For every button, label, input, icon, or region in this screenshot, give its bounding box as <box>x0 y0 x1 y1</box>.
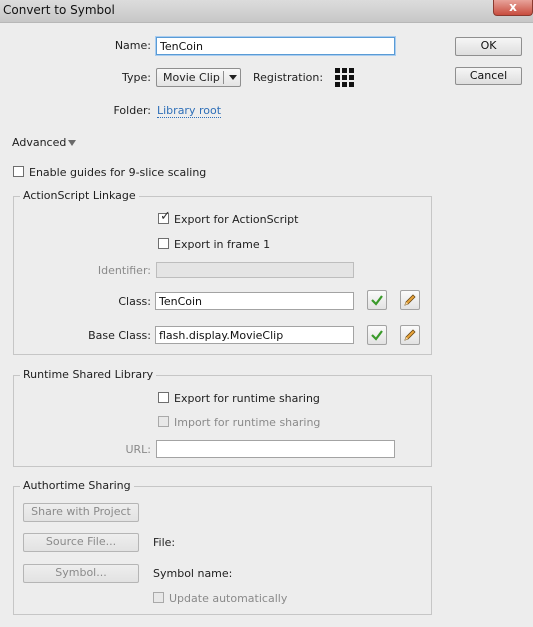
type-select[interactable]: Movie Clip <box>156 68 241 87</box>
pencil-icon <box>404 329 416 341</box>
url-label: URL: <box>125 443 151 456</box>
export-frame1-label: Export in frame 1 <box>174 238 271 251</box>
update-automatically-label: Update automatically <box>169 592 288 605</box>
close-button[interactable]: x <box>493 0 533 16</box>
reg-point-tl[interactable] <box>335 68 340 73</box>
export-runtime-checkbox[interactable] <box>158 392 169 403</box>
validate-base-class-button[interactable] <box>367 325 387 345</box>
reg-point-ml[interactable] <box>335 75 340 80</box>
import-runtime-checkbox[interactable] <box>158 416 169 427</box>
update-automatically-checkbox[interactable] <box>153 592 164 603</box>
cancel-button[interactable]: Cancel <box>455 67 522 85</box>
share-with-project-button[interactable]: Share with Project <box>23 503 139 522</box>
class-label: Class: <box>118 295 151 308</box>
edit-class-button[interactable] <box>400 290 420 310</box>
identifier-label: Identifier: <box>97 264 151 277</box>
reg-point-tc[interactable] <box>342 68 347 73</box>
green-check-icon <box>371 295 383 306</box>
registration-grid-icon[interactable] <box>335 68 354 87</box>
green-check-icon <box>371 330 383 341</box>
name-label: Name: <box>114 39 151 52</box>
reg-point-bl[interactable] <box>335 82 340 87</box>
source-file-button[interactable]: Source File... <box>23 533 139 552</box>
select-separator <box>223 71 224 84</box>
import-runtime-label: Import for runtime sharing <box>174 416 321 429</box>
runtime-shared-library-title: Runtime Shared Library <box>20 368 157 381</box>
name-input[interactable] <box>156 37 395 55</box>
reg-point-bc[interactable] <box>342 82 347 87</box>
authortime-sharing-title: Authortime Sharing <box>20 479 134 492</box>
reg-point-br[interactable] <box>349 82 354 87</box>
checkmark-icon: ✓ <box>160 209 171 224</box>
advanced-toggle[interactable]: Advanced <box>12 136 92 150</box>
type-select-value: Movie Clip <box>163 71 220 84</box>
symbol-name-label: Symbol name: <box>153 567 233 580</box>
close-icon: x <box>509 0 517 14</box>
folder-link[interactable]: Library root <box>157 104 222 118</box>
export-frame1-checkbox[interactable] <box>158 238 169 249</box>
triangle-down-icon <box>68 140 76 146</box>
reg-point-tr[interactable] <box>349 68 354 73</box>
reg-point-center[interactable] <box>342 75 347 80</box>
chevron-down-icon <box>229 75 237 80</box>
folder-label: Folder: <box>113 104 151 117</box>
file-label: File: <box>153 536 176 549</box>
base-class-label: Base Class: <box>88 329 151 342</box>
identifier-input[interactable] <box>156 262 354 278</box>
nine-slice-checkbox[interactable] <box>13 166 24 177</box>
nine-slice-label: Enable guides for 9-slice scaling <box>29 166 207 179</box>
registration-label: Registration: <box>253 71 324 84</box>
ok-button[interactable]: OK <box>455 37 522 56</box>
url-input[interactable] <box>156 440 395 458</box>
edit-base-class-button[interactable] <box>400 325 420 345</box>
export-actionscript-label: Export for ActionScript <box>174 213 299 226</box>
advanced-label: Advanced <box>12 136 67 149</box>
export-runtime-label: Export for runtime sharing <box>174 392 320 405</box>
export-actionscript-checkbox[interactable]: ✓ <box>158 209 171 224</box>
type-label: Type: <box>122 71 151 84</box>
symbol-button[interactable]: Symbol... <box>23 564 139 583</box>
class-input[interactable] <box>155 292 354 310</box>
reg-point-mr[interactable] <box>349 75 354 80</box>
window-title: Convert to Symbol <box>3 3 115 17</box>
pencil-icon <box>404 294 416 306</box>
actionscript-linkage-title: ActionScript Linkage <box>20 189 139 202</box>
validate-class-button[interactable] <box>367 290 387 310</box>
base-class-input[interactable] <box>155 326 354 344</box>
